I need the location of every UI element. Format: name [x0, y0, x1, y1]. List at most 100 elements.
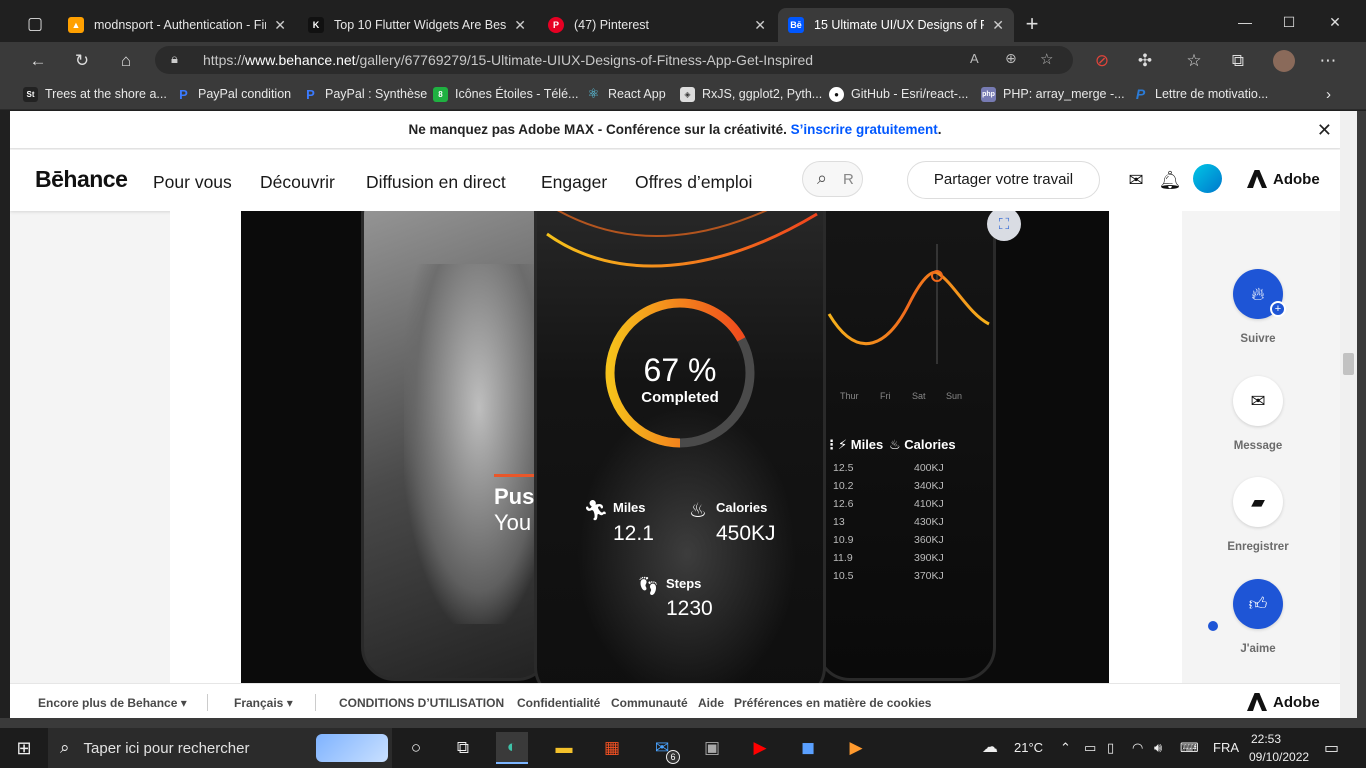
tray-device-icon[interactable]: ▭	[1084, 740, 1096, 756]
wifi-icon[interactable]: ◠	[1132, 740, 1143, 756]
more-behance-dropdown[interactable]: Encore plus de Behance ▾	[38, 696, 187, 710]
store-icon[interactable]: ▦	[596, 732, 628, 764]
phone-left: Pus You	[361, 211, 551, 681]
thumbs-up-icon[interactable]: 👍︎	[1233, 579, 1283, 629]
user-avatar[interactable]	[1193, 164, 1222, 193]
close-tab-icon[interactable]: ✕	[274, 17, 286, 34]
read-aloud-icon[interactable]: A	[970, 51, 979, 66]
app-icon[interactable]: ◼	[792, 732, 824, 764]
search-input[interactable]: ⌕ R	[802, 161, 863, 197]
miles-cell: 11.9	[833, 552, 853, 564]
footer-privacy[interactable]: Confidentialité	[517, 696, 600, 710]
maximize-button[interactable]: ☐	[1266, 8, 1312, 36]
close-window-button[interactable]: ✕	[1312, 8, 1358, 36]
windows-start-icon[interactable]: ⊞	[8, 732, 40, 764]
envelope-icon[interactable]: ✉	[1233, 376, 1283, 426]
bookmark-item[interactable]: P PayPal condition	[176, 85, 291, 103]
nav-offres[interactable]: Offres d’emploi	[635, 172, 752, 193]
more-icon[interactable]: ⋯	[1317, 50, 1339, 72]
close-tab-icon[interactable]: ✕	[754, 17, 766, 34]
app-f-icon[interactable]: ▣	[696, 732, 728, 764]
scrollbar-thumb[interactable]	[1343, 353, 1354, 375]
close-tab-icon[interactable]: ✕	[992, 17, 1004, 34]
scan-icon[interactable]: ⛶	[987, 211, 1021, 241]
minimize-button[interactable]: —	[1222, 8, 1268, 36]
keyboard-icon[interactable]: ⌨	[1180, 740, 1199, 756]
nav-decouvrir[interactable]: Découvrir	[260, 172, 335, 193]
like-action[interactable]: 👍︎ J'aime	[1208, 579, 1308, 655]
new-tab-button[interactable]: +	[1021, 11, 1043, 36]
follow-icon[interactable]: 🔥︎ +	[1233, 269, 1286, 319]
calories-cell: 400KJ	[914, 462, 944, 474]
mail-icon[interactable]: ✉	[1125, 169, 1147, 191]
footer-cookies[interactable]: Préférences en matière de cookies	[734, 696, 931, 710]
folder-icon[interactable]: ▰	[1233, 477, 1283, 527]
edge-icon[interactable]: ◐	[496, 732, 528, 764]
language-dropdown[interactable]: Français ▾	[234, 696, 293, 710]
bookmark-item[interactable]: ◈ RxJS, ggplot2, Pyth...	[680, 85, 822, 103]
collections-icon[interactable]: ⧉	[1227, 50, 1249, 72]
register-link[interactable]: S’inscrire gratuitement	[791, 122, 938, 137]
task-view-icon[interactable]: ⧉	[447, 732, 479, 764]
nav-engager[interactable]: Engager	[541, 172, 607, 193]
vertical-scrollbar[interactable]	[1340, 111, 1357, 718]
bookmark-item[interactable]: ● GitHub - Esri/react-...	[829, 85, 968, 103]
cortana-icon[interactable]: ○	[400, 732, 432, 764]
back-icon[interactable]: ←	[27, 50, 49, 72]
behance-logo[interactable]: Bēhance	[35, 166, 128, 193]
zoom-icon[interactable]: ⊕	[1005, 50, 1017, 67]
footer-help[interactable]: Aide	[698, 696, 724, 710]
notifications-icon[interactable]: ▭	[1324, 738, 1339, 758]
tab-pinterest[interactable]: P (47) Pinterest ✕	[538, 8, 776, 42]
footer-adobe-link[interactable]: Adobe	[1247, 693, 1320, 711]
bookmarks-bar: St Trees at the shore a... P PayPal condit…	[0, 78, 1366, 110]
add-favorite-icon[interactable]: ☆	[1040, 50, 1053, 68]
follow-action[interactable]: 🔥︎ + Suivre	[1208, 269, 1308, 345]
footer-community[interactable]: Communauté	[611, 696, 688, 710]
favorites-icon[interactable]: ☆	[1183, 50, 1205, 72]
close-tab-icon[interactable]: ✕	[514, 17, 526, 34]
bookmark-item[interactable]: 8 Icônes Étoiles - Télé...	[433, 85, 578, 103]
chevron-right-icon[interactable]: ›	[1326, 85, 1331, 103]
mail-app-icon[interactable]: ✉ 6	[646, 732, 680, 764]
weather-icon[interactable]: ☁	[982, 737, 998, 757]
media-player-icon[interactable]: ▶	[840, 732, 872, 764]
blocked-icon[interactable]: ⊘	[1091, 50, 1113, 72]
nav-diffusion[interactable]: Diffusion en direct	[366, 172, 506, 193]
volume-icon[interactable]: 🔊︎	[1154, 740, 1162, 756]
php-icon: php	[981, 86, 996, 102]
close-icon[interactable]: ✕	[1317, 111, 1332, 149]
message-action[interactable]: ✉ Message	[1208, 376, 1308, 452]
input-language[interactable]: FRA	[1213, 740, 1239, 755]
tab-flutter[interactable]: K Top 10 Flutter Widgets Are Best ✕	[298, 8, 536, 42]
weather-temp[interactable]: 21°C	[1014, 740, 1043, 755]
clock-time[interactable]: 22:53	[1251, 732, 1281, 746]
save-action[interactable]: ▰ Enregistrer	[1208, 477, 1308, 553]
bookmark-item[interactable]: php PHP: array_merge -...	[981, 85, 1125, 103]
youtube-icon[interactable]: ▶	[744, 732, 776, 764]
miles-header: ⋮⚡︎ Miles	[825, 437, 884, 452]
tab-actions-icon[interactable]: ▢	[24, 13, 46, 35]
file-explorer-icon[interactable]: ▬	[548, 732, 580, 764]
bookmark-item[interactable]: St Trees at the shore a...	[23, 85, 167, 103]
tab-firebase[interactable]: ▲ modnsport - Authentication - Fir ✕	[58, 8, 296, 42]
share-work-button[interactable]: Partager votre travail	[907, 161, 1100, 199]
nav-pour-vous[interactable]: Pour vous	[153, 172, 232, 193]
bookmark-item[interactable]: P Lettre de motivatio...	[1133, 85, 1268, 103]
bookmark-item[interactable]: P PayPal : Synthèse	[303, 85, 427, 103]
tray-chevron-icon[interactable]: ⌃	[1060, 740, 1071, 756]
tab-behance[interactable]: Bē 15 Ultimate UI/UX Designs of Fit ✕	[778, 8, 1014, 42]
bookmark-item[interactable]: ⚛ React App	[586, 85, 666, 103]
refresh-icon[interactable]: ↻	[71, 50, 93, 72]
clock-date[interactable]: 09/10/2022	[1249, 750, 1309, 764]
footer-terms[interactable]: CONDITIONS D’UTILISATION	[339, 696, 504, 710]
adobe-link[interactable]: Adobe	[1247, 170, 1320, 188]
profile-avatar[interactable]	[1273, 50, 1295, 72]
address-bar[interactable]: 🔒︎ https://www.behance.net/gallery/67769…	[155, 46, 1073, 74]
extensions-icon[interactable]: ✣	[1134, 50, 1156, 72]
home-icon[interactable]: ⌂	[115, 50, 137, 72]
calories-cell: 410KJ	[914, 498, 944, 510]
taskbar-search[interactable]: ⌕ Taper ici pour rechercher	[48, 728, 392, 768]
bell-icon[interactable]: 🔔︎	[1159, 169, 1182, 191]
battery-icon[interactable]: ▯	[1107, 740, 1114, 756]
